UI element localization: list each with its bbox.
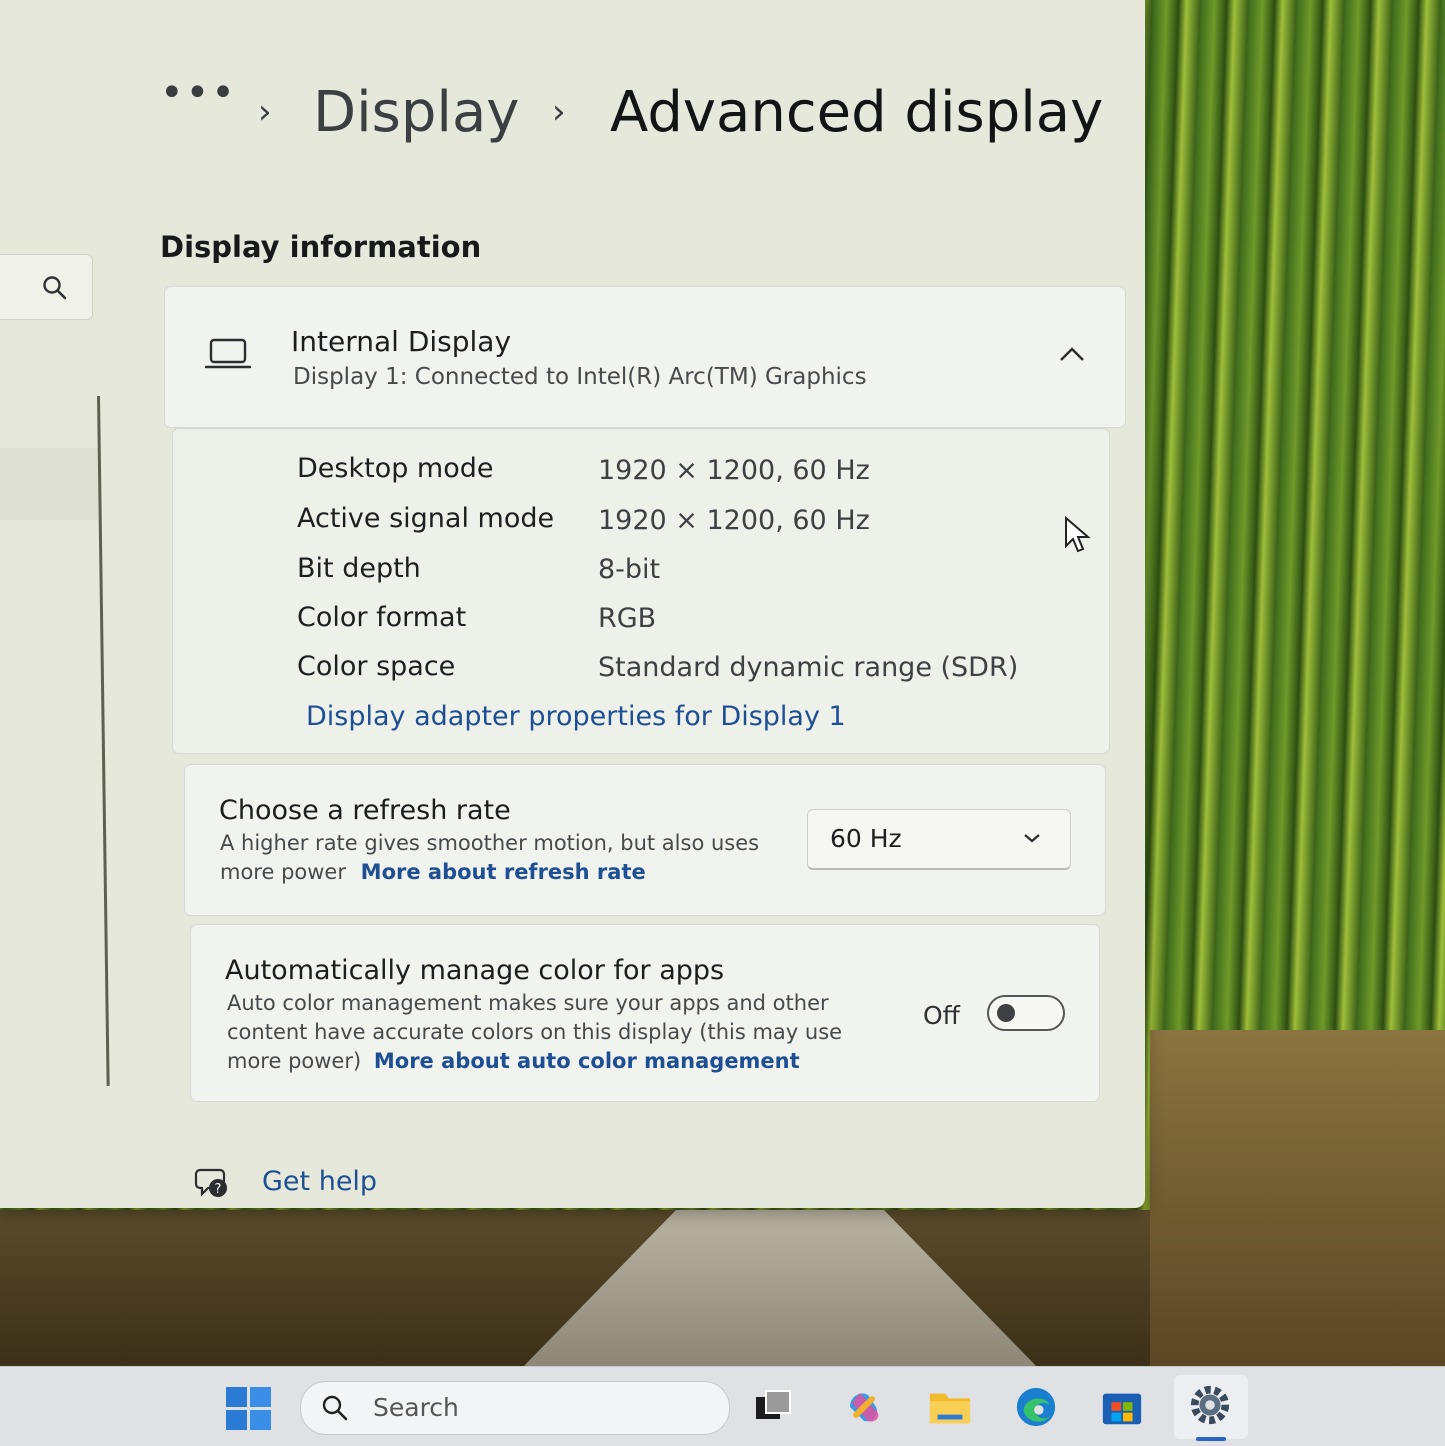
desktop-mode-label: Desktop mode (297, 453, 494, 484)
wallpaper-foliage (1150, 1030, 1445, 1370)
svg-text:?: ? (215, 1182, 222, 1197)
auto-color-title: Automatically manage color for apps (225, 955, 725, 986)
display-connection: Display 1: Connected to Intel(R) Arc(TM)… (293, 364, 867, 390)
settings-gear-icon[interactable] (1188, 1383, 1232, 1427)
laptop-icon (205, 338, 251, 369)
get-help-link[interactable]: Get help (262, 1166, 377, 1197)
display-info-header[interactable]: Internal Display Display 1: Connected to… (164, 286, 1126, 428)
auto-color-card: Automatically manage color for apps Auto… (190, 924, 1100, 1102)
mouse-cursor-icon (1065, 516, 1091, 553)
get-help-icon: ? (194, 1168, 227, 1197)
taskbar: Search (0, 1366, 1445, 1446)
display-name: Internal Display (291, 325, 512, 358)
more-about-refresh-rate-link[interactable]: More about refresh rate (361, 860, 646, 884)
color-format-label: Color format (297, 602, 467, 633)
edge-browser-icon[interactable] (1014, 1385, 1058, 1429)
display-adapter-properties-link[interactable]: Display adapter properties for Display 1 (306, 701, 846, 732)
chevron-up-icon[interactable] (1058, 345, 1086, 363)
search-icon (322, 1395, 348, 1421)
file-explorer-icon[interactable] (928, 1385, 972, 1429)
settings-window: ••• › Display › Advanced display Display… (0, 0, 1145, 1208)
auto-color-description: Auto color management makes sure your ap… (227, 989, 867, 1076)
settings-search-box[interactable] (0, 254, 93, 320)
bit-depth-label: Bit depth (297, 553, 421, 584)
taskbar-search-placeholder: Search (373, 1393, 459, 1422)
nav-item-selected[interactable] (0, 448, 98, 520)
breadcrumb-display-link[interactable]: Display (313, 80, 519, 145)
color-format-value: RGB (598, 603, 657, 634)
toggle-knob (997, 1004, 1015, 1022)
nav-scrollbar[interactable] (97, 395, 110, 1086)
refresh-rate-selected-value: 60 Hz (830, 824, 902, 853)
chevron-right-icon: › (552, 92, 566, 132)
auto-color-state-label: Off (923, 1001, 960, 1030)
search-icon (43, 276, 67, 300)
color-space-value: Standard dynamic range (SDR) (598, 652, 1019, 683)
active-signal-mode-label: Active signal mode (297, 503, 555, 534)
page-title: Advanced display (610, 80, 1104, 145)
microsoft-store-icon[interactable] (1100, 1385, 1144, 1429)
color-space-label: Color space (297, 651, 456, 682)
chevron-down-icon (1024, 834, 1040, 843)
refresh-rate-description: A higher rate gives smoother motion, but… (220, 829, 760, 887)
section-title: Display information (160, 230, 482, 264)
refresh-rate-dropdown[interactable]: 60 Hz (807, 809, 1071, 870)
auto-color-toggle[interactable] (987, 995, 1065, 1031)
desktop-mode-value: 1920 × 1200, 60 Hz (598, 455, 870, 486)
breadcrumb-more-button[interactable]: ••• (160, 70, 237, 116)
task-view-icon[interactable] (752, 1385, 796, 1429)
taskbar-search-box[interactable]: Search (300, 1381, 730, 1435)
display-info-details: Desktop mode 1920 × 1200, 60 Hz Active s… (172, 428, 1110, 754)
windows-start-icon[interactable] (226, 1387, 272, 1431)
refresh-rate-title: Choose a refresh rate (219, 795, 511, 826)
active-app-indicator (1196, 1437, 1226, 1441)
refresh-rate-card: Choose a refresh rate A higher rate give… (184, 764, 1106, 916)
bit-depth-value: 8-bit (598, 554, 661, 585)
chevron-right-icon: › (258, 92, 272, 132)
active-signal-mode-value: 1920 × 1200, 60 Hz (598, 505, 870, 536)
more-about-auto-color-link[interactable]: More about auto color management (374, 1049, 800, 1073)
copilot-icon[interactable] (842, 1385, 886, 1429)
